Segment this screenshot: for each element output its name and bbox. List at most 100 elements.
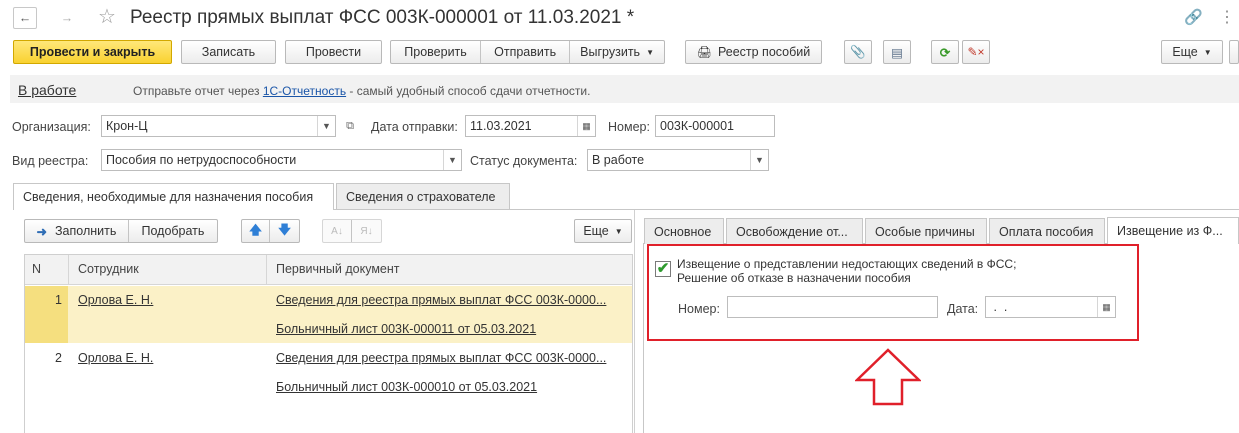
calendar-icon[interactable]: ▦ — [1097, 297, 1115, 317]
grid-more-label: Еще — [583, 224, 609, 238]
registry-type-field[interactable]: Пособия по нетрудоспособности ▼ — [101, 149, 462, 171]
unload-button[interactable]: Выгрузить ▼ — [570, 41, 664, 63]
primary-doc-link[interactable]: Сведения для реестра прямых выплат ФСС 0… — [276, 293, 606, 307]
arrow-down-icon: 🡇 — [278, 222, 291, 237]
move-down-button[interactable]: 🡇 — [270, 220, 299, 242]
more-vertical-icon[interactable]: ⋮ — [1219, 7, 1235, 27]
send-button[interactable]: Отправить — [481, 41, 571, 63]
forward-button[interactable]: → — [55, 7, 79, 29]
1c-reporting-link[interactable]: 1С-Отчетность — [263, 84, 346, 98]
sick-leave-link[interactable]: Больничный лист 003К-000010 от 05.03.202… — [276, 380, 537, 394]
column-divider — [266, 255, 267, 285]
right-panel-left-border — [643, 243, 644, 433]
tab-special-reasons[interactable]: Особые причины — [865, 218, 987, 244]
notice-date-input[interactable]: . . ▦ — [985, 296, 1116, 318]
number-field[interactable]: 003К-000001 — [655, 115, 775, 137]
doc-status-value: В работе — [592, 153, 645, 167]
calendar-icon[interactable]: ▦ — [577, 116, 595, 136]
notice-date-value: . . — [990, 300, 1022, 314]
checkbox-label-line2: Решение об отказе в назначении пособия — [677, 271, 911, 285]
action-button-group: Проверить Отправить Выгрузить ▼ — [390, 40, 665, 64]
doc-status-label: Статус документа: — [470, 154, 578, 168]
sort-asc-button[interactable]: A↓ — [323, 220, 353, 242]
fill-button[interactable]: ➜ Заполнить — [25, 220, 129, 242]
checkbox-label-line1: Извещение о представлении недостающих св… — [677, 257, 1017, 271]
primary-doc-link[interactable]: Сведения для реестра прямых выплат ФСС 0… — [276, 351, 606, 365]
dropdown-icon[interactable]: ▼ — [443, 150, 461, 170]
open-icon: ⧉ — [346, 119, 354, 132]
back-button[interactable]: ← — [13, 7, 37, 29]
tab-insurer-info[interactable]: Сведения о страхователе — [336, 183, 510, 209]
column-header-n[interactable]: N — [32, 262, 41, 276]
tab-exemption[interactable]: Освобождение от... — [726, 218, 863, 244]
chevron-down-icon: ▼ — [614, 226, 623, 236]
tab-benefit-payment[interactable]: Оплата пособия — [989, 218, 1105, 244]
document-state-link[interactable]: В работе — [18, 82, 76, 98]
checkmark-icon: ✔ — [656, 260, 670, 277]
clear-edit-button[interactable]: ✎× — [962, 40, 990, 64]
hint-suffix: - самый удобный способ сдачи отчетности. — [346, 84, 591, 98]
registry-benefits-button[interactable]: 🖨 Реестр пособий — [685, 40, 822, 64]
arrow-left-icon: ← — [18, 11, 32, 25]
window-title: Реестр прямых выплат ФСС 003К-000001 от … — [130, 7, 635, 28]
sick-leave-link[interactable]: Больничный лист 003К-000011 от 05.03.202… — [276, 322, 536, 336]
org-label: Организация: — [12, 120, 91, 134]
number-value: 003К-000001 — [660, 119, 735, 133]
sort-desc-button[interactable]: Я↓ — [352, 220, 381, 242]
notice-checkbox[interactable]: ✔ — [655, 261, 671, 277]
pick-button[interactable]: Подобрать — [129, 220, 217, 242]
dropdown-icon[interactable]: ▼ — [317, 116, 335, 136]
notice-date-label: Дата: — [947, 302, 979, 316]
refresh-button[interactable]: ⟳ — [931, 40, 959, 64]
left-panel-divider — [634, 210, 635, 433]
post-and-close-button[interactable]: Провести и закрыть — [13, 40, 172, 64]
sort-descending-icon: Я↓ — [360, 225, 373, 237]
paperclip-icon: 📎 — [850, 44, 866, 59]
grid-more-button[interactable]: Еще ▼ — [574, 219, 632, 243]
sort-ascending-icon: A↓ — [331, 225, 343, 237]
notice-number-input[interactable] — [727, 296, 938, 318]
printer-icon: 🖨 — [696, 45, 712, 59]
arrow-up-icon: 🡅 — [249, 222, 262, 237]
tab-fss-notice[interactable]: Извещение из Ф... — [1107, 217, 1239, 244]
registry-benefits-label: Реестр пособий — [717, 45, 811, 59]
grid-fill-group: ➜ Заполнить Подобрать — [24, 219, 218, 243]
employee-link[interactable]: Орлова Е. Н. — [78, 293, 153, 307]
doc-status-field[interactable]: В работе ▼ — [587, 149, 769, 171]
more-button[interactable]: Еще ▼ — [1161, 40, 1223, 64]
post-button[interactable]: Провести — [285, 40, 382, 64]
unload-label: Выгрузить — [580, 45, 641, 59]
attach-button[interactable]: 📎 — [844, 40, 872, 64]
status-hint: Отправьте отчет через 1С-Отчетность - са… — [133, 84, 590, 98]
tab-benefit-info[interactable]: Сведения, необходимые для назначения пос… — [13, 183, 334, 210]
annotation-arrow-icon — [855, 348, 921, 406]
number-label: Номер: — [608, 120, 650, 134]
send-date-label: Дата отправки: — [371, 120, 458, 134]
tab-main[interactable]: Основное — [644, 218, 724, 244]
column-header-primary-doc[interactable]: Первичный документ — [276, 262, 400, 276]
send-date-field[interactable]: 11.03.2021 ▦ — [465, 115, 596, 137]
overflow-button[interactable] — [1229, 40, 1239, 64]
refresh-icon: ⟳ — [939, 45, 951, 60]
arrow-right-icon: → — [60, 11, 74, 25]
favorite-star-button[interactable]: ☆ — [98, 4, 116, 29]
list-button[interactable]: ▤ — [883, 40, 911, 64]
employee-link[interactable]: Орлова Е. Н. — [78, 351, 153, 365]
check-button[interactable]: Проверить — [391, 41, 482, 63]
registry-type-value: Пособия по нетрудоспособности — [106, 153, 297, 167]
move-group: 🡅 🡇 — [241, 219, 300, 243]
org-value: Крон-Ц — [106, 119, 148, 133]
edit-cancel-icon: ✎× — [967, 45, 985, 59]
org-field[interactable]: Крон-Ц ▼ — [101, 115, 336, 137]
column-header-employee[interactable]: Сотрудник — [78, 262, 139, 276]
notice-number-label: Номер: — [678, 302, 720, 316]
link-icon[interactable]: 🔗 — [1184, 8, 1203, 26]
open-org-button[interactable]: ⧉ — [340, 115, 360, 137]
send-date-value: 11.03.2021 — [470, 119, 532, 133]
dropdown-icon[interactable]: ▼ — [750, 150, 768, 170]
save-button[interactable]: Записать — [181, 40, 276, 64]
chevron-down-icon: ▼ — [646, 47, 654, 57]
move-up-button[interactable]: 🡅 — [242, 220, 271, 242]
chevron-down-icon: ▼ — [1203, 47, 1212, 57]
notice-checkbox-label[interactable]: Извещение о представлении недостающих св… — [677, 257, 1016, 285]
